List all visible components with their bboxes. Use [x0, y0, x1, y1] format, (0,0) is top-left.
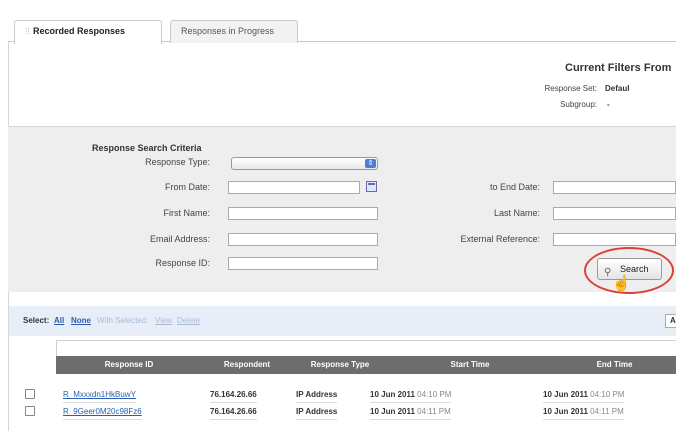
response-type-label: Response Type:	[145, 157, 210, 167]
external-reference-input[interactable]	[553, 233, 676, 246]
respondent-cell: 76.164.26.66	[210, 386, 257, 403]
column-response-type[interactable]: Response Type	[292, 356, 388, 374]
last-name-label: Last Name:	[493, 208, 540, 218]
end-time-cell: 10 Jun 2011 04:11 PM	[543, 403, 624, 420]
search-icon: ⚲	[604, 267, 612, 278]
select-none-link[interactable]: None	[71, 316, 91, 325]
start-time-cell: 10 Jun 2011 04:10 PM	[370, 386, 452, 403]
drag-handle-icon: ⁞⁞	[25, 26, 31, 36]
row-checkbox[interactable]	[25, 389, 35, 399]
respondent-cell: 76.164.26.66	[210, 403, 257, 420]
tab-label: Responses in Progress	[181, 26, 275, 36]
subgroup-label: Subgroup:	[560, 100, 597, 109]
response-id-link[interactable]: R_Mxxxdn1HkBuwY	[63, 386, 136, 403]
first-name-label: First Name:	[163, 208, 210, 218]
search-button-label: Search	[620, 264, 649, 274]
with-selected-label: With Selected:	[97, 316, 149, 325]
end-time-cell: 10 Jun 2011 04:10 PM	[543, 386, 625, 403]
to-end-date-input[interactable]	[553, 181, 676, 194]
select-all-link[interactable]: All	[54, 316, 64, 325]
external-reference-label: External Reference:	[460, 234, 540, 244]
email-address-input[interactable]	[228, 233, 378, 246]
table-spacer-row	[56, 340, 676, 356]
delete-link[interactable]: Delete	[177, 316, 200, 325]
tab-recorded-responses[interactable]: ⁞⁞ Recorded Responses	[14, 20, 162, 44]
response-type-cell: IP Address	[296, 386, 338, 403]
current-filters-panel: Current Filters From Response Set: Defau…	[8, 42, 676, 126]
table-row: R_9Geer0M20c98Fz6 76.164.26.66 IP Addres…	[0, 403, 676, 420]
column-start-time[interactable]: Start Time	[388, 356, 552, 374]
tab-responses-in-progress[interactable]: Responses in Progress	[170, 20, 298, 43]
hand-cursor-icon: ☝	[612, 275, 631, 292]
calendar-icon[interactable]	[366, 181, 377, 192]
to-end-date-label: to End Date:	[489, 182, 540, 192]
dropdown-arrow-icon: ⇕	[365, 159, 376, 168]
response-id-input[interactable]	[228, 257, 378, 270]
response-id-link[interactable]: R_9Geer0M20c98Fz6	[63, 403, 142, 420]
start-time-cell: 10 Jun 2011 04:11 PM	[370, 403, 451, 420]
first-name-input[interactable]	[228, 207, 378, 220]
criteria-title: Response Search Criteria	[92, 143, 202, 153]
response-set-label: Response Set:	[544, 84, 597, 93]
from-date-input[interactable]	[228, 181, 360, 194]
view-link[interactable]: View	[155, 316, 172, 325]
current-filters-title: Current Filters From	[565, 62, 672, 74]
row-checkbox[interactable]	[25, 406, 35, 416]
selection-toolbar: Select: All None With Selected: View Del…	[9, 306, 676, 336]
select-label: Select:	[23, 316, 50, 325]
column-response-id[interactable]: Response ID	[56, 356, 202, 374]
column-respondent[interactable]: Respondent	[202, 356, 292, 374]
table-header: Response ID Respondent Response Type Sta…	[56, 356, 676, 374]
last-name-input[interactable]	[553, 207, 676, 220]
response-type-select[interactable]: ⇕	[231, 157, 378, 170]
response-set-value: Defaul	[605, 84, 630, 93]
from-date-label: From Date:	[164, 182, 210, 192]
subgroup-value: -	[607, 100, 610, 109]
column-end-time[interactable]: End Time	[552, 356, 676, 374]
response-search-criteria-panel: Response Search Criteria Response Type: …	[8, 126, 676, 292]
tab-label: Recorded Responses	[33, 26, 126, 36]
table-row: R_Mxxxdn1HkBuwY 76.164.26.66 IP Address …	[0, 386, 676, 403]
actions-dropdown[interactable]: A	[665, 314, 676, 328]
response-id-label: Response ID:	[155, 258, 210, 268]
response-type-cell: IP Address	[296, 403, 338, 420]
email-address-label: Email Address:	[149, 234, 210, 244]
tab-bar: ⁞⁞ Recorded Responses Responses in Progre…	[8, 18, 676, 44]
